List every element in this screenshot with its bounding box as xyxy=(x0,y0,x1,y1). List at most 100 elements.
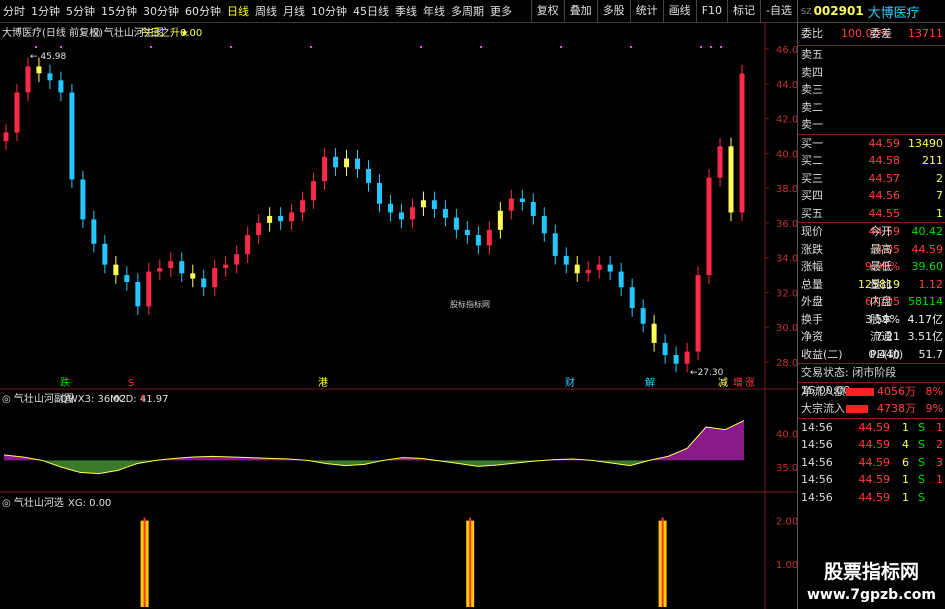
buy-level: 买一 44.59 13490 xyxy=(801,136,943,150)
sub2-tick-label: 2.00 xyxy=(776,517,797,528)
period-tab-11[interactable]: 季线 xyxy=(392,3,420,19)
stat-row: 现价 44.59 今开 40.42 xyxy=(801,225,943,238)
tick-row: 14:56 44.59 6 3 S xyxy=(801,455,943,469)
stat-row: 换手 3.59% 股本 4.17亿 xyxy=(801,312,943,326)
candle-body xyxy=(25,66,31,93)
stat-row: 外盘 67705 内盘 58114 xyxy=(801,295,943,308)
candle-body xyxy=(300,200,306,213)
stock-name[interactable]: 大博医疗 xyxy=(868,2,920,21)
candle-body xyxy=(223,264,229,269)
candle-body xyxy=(519,198,525,203)
candle-body xyxy=(728,146,734,213)
period-toolbar: 分时 1分钟 5分钟 15分钟 30分钟 60分钟 日线 周线 月线 10分钟 45日线 季线 年线 多周… xyxy=(0,0,797,23)
candle-body xyxy=(497,210,503,230)
candle-body xyxy=(135,282,141,307)
high-label: ← 45.98 xyxy=(30,52,66,62)
period-tab-5[interactable]: 60分钟 xyxy=(182,3,224,19)
candle-body xyxy=(508,198,514,211)
candle-body xyxy=(212,268,218,288)
period-tab-12[interactable]: 年线 xyxy=(420,3,448,19)
candle-body xyxy=(344,158,350,168)
signal-value: 0.00 xyxy=(180,28,202,39)
candle-body xyxy=(201,278,207,288)
candle-body xyxy=(157,268,163,272)
candle-body xyxy=(739,73,745,213)
sub2-tick-label: 1.00 xyxy=(776,560,797,571)
candle-body xyxy=(47,73,53,81)
candle-body xyxy=(541,215,547,234)
candle-body xyxy=(684,351,690,364)
sub1-arrow: ↑ xyxy=(139,394,147,405)
marker-dot xyxy=(420,46,422,48)
sell-level: 卖四 xyxy=(801,65,823,79)
tick-row: 14:56 44.59 1 1 S xyxy=(801,420,943,434)
buy-level: 买四 44.56 7 xyxy=(801,189,943,202)
toolbar-right: 复权 叠加 多股 统计 画线 F10 标记 -自选 xyxy=(530,0,797,22)
marker-dot xyxy=(560,46,562,48)
weibi-row: 委比 100.00% 委差 13711 xyxy=(798,23,945,46)
candle-body xyxy=(486,229,492,246)
candle-body xyxy=(113,264,119,276)
main-title: 大博医疗(日线 前复权) xyxy=(2,26,103,39)
period-tab-0[interactable]: 分时 xyxy=(0,3,28,19)
candle-body xyxy=(289,212,295,222)
period-tab-10[interactable]: 45日线 xyxy=(350,3,392,19)
sell-level: 卖二 xyxy=(801,100,823,114)
period-tab-13[interactable]: 多周期 xyxy=(448,3,487,19)
tick-list[interactable]: 14:56 44.59 1 1 S 14:56 44.59 4 2 S 14:56 44.59 6 3 S 1… xyxy=(798,419,945,507)
marker-dot xyxy=(60,46,62,48)
toolbar-button-5[interactable]: F10 xyxy=(695,0,727,22)
y-tick-label: 28.00 xyxy=(776,358,797,369)
flow-bar xyxy=(846,405,868,413)
toolbar-button-4[interactable]: 画线 xyxy=(662,0,696,22)
candle-body xyxy=(398,212,404,220)
toolbar-button-0[interactable]: 复权 xyxy=(530,0,564,22)
candle-body xyxy=(311,181,317,201)
stock-code[interactable]: 002901 xyxy=(814,4,864,18)
period-tab-8[interactable]: 月线 xyxy=(280,3,308,19)
low-label: ←27.30 xyxy=(690,368,724,378)
candle-body xyxy=(629,287,635,309)
chart-area[interactable]: 大博医疗(日线 前复权)◎ 气壮山河主图今日之升★0.0046.0044.004… xyxy=(0,22,797,609)
toolbar-button-7[interactable]: -自选 xyxy=(760,0,797,22)
sell-level: 卖一 xyxy=(801,118,823,131)
toolbar-button-6[interactable]: 标记 xyxy=(727,0,760,22)
sell-level: 卖五 xyxy=(801,48,823,61)
candle-body xyxy=(695,275,701,352)
period-tab-14[interactable]: 更多 xyxy=(487,3,515,19)
period-tab-1[interactable]: 1分钟 xyxy=(28,3,63,19)
period-tab-4[interactable]: 30分钟 xyxy=(140,3,182,19)
candle-body xyxy=(366,168,372,183)
candle-body xyxy=(420,200,426,208)
candle-body xyxy=(267,215,273,223)
event-marker: 增 xyxy=(733,376,743,389)
y-tick-label: 38.00 xyxy=(776,184,797,195)
tick-row: 14:56 44.59 1 1 S xyxy=(801,473,943,486)
candle-body xyxy=(618,271,624,288)
marker-dot xyxy=(630,46,632,48)
period-tab-6[interactable]: 日线 xyxy=(224,3,252,19)
sell-level: 卖三 xyxy=(801,83,823,96)
candle-body xyxy=(442,208,448,218)
stat-row: 涨幅 9.99% 最低 39.60 xyxy=(801,260,943,273)
candle-body xyxy=(69,92,75,180)
stat-row: 总量 125819 量比 1.12 xyxy=(801,277,943,291)
candle-body xyxy=(662,342,668,356)
toolbar-button-3[interactable]: 统计 xyxy=(629,0,663,22)
candle-body xyxy=(278,215,284,222)
candle-body xyxy=(453,217,459,230)
period-tab-3[interactable]: 15分钟 xyxy=(98,3,140,19)
sub1-tick-label: 40.00 xyxy=(776,430,797,441)
period-tab-7[interactable]: 周线 xyxy=(252,3,280,19)
event-marker: 减 xyxy=(718,377,728,389)
marker-dot xyxy=(480,46,482,48)
toolbar-button-2[interactable]: 多股 xyxy=(596,0,630,22)
period-tab-9[interactable]: 10分钟 xyxy=(308,3,350,19)
marker-dot xyxy=(310,46,312,48)
y-tick-label: 34.00 xyxy=(776,254,797,265)
period-tab-2[interactable]: 5分钟 xyxy=(63,3,98,19)
trade-status: 交易状态: 闭市阶段 15:00:00 xyxy=(801,366,897,397)
toolbar-button-1[interactable]: 叠加 xyxy=(563,0,597,22)
buy-level: 买三 44.57 2 xyxy=(801,171,943,185)
candle-body xyxy=(58,80,64,93)
